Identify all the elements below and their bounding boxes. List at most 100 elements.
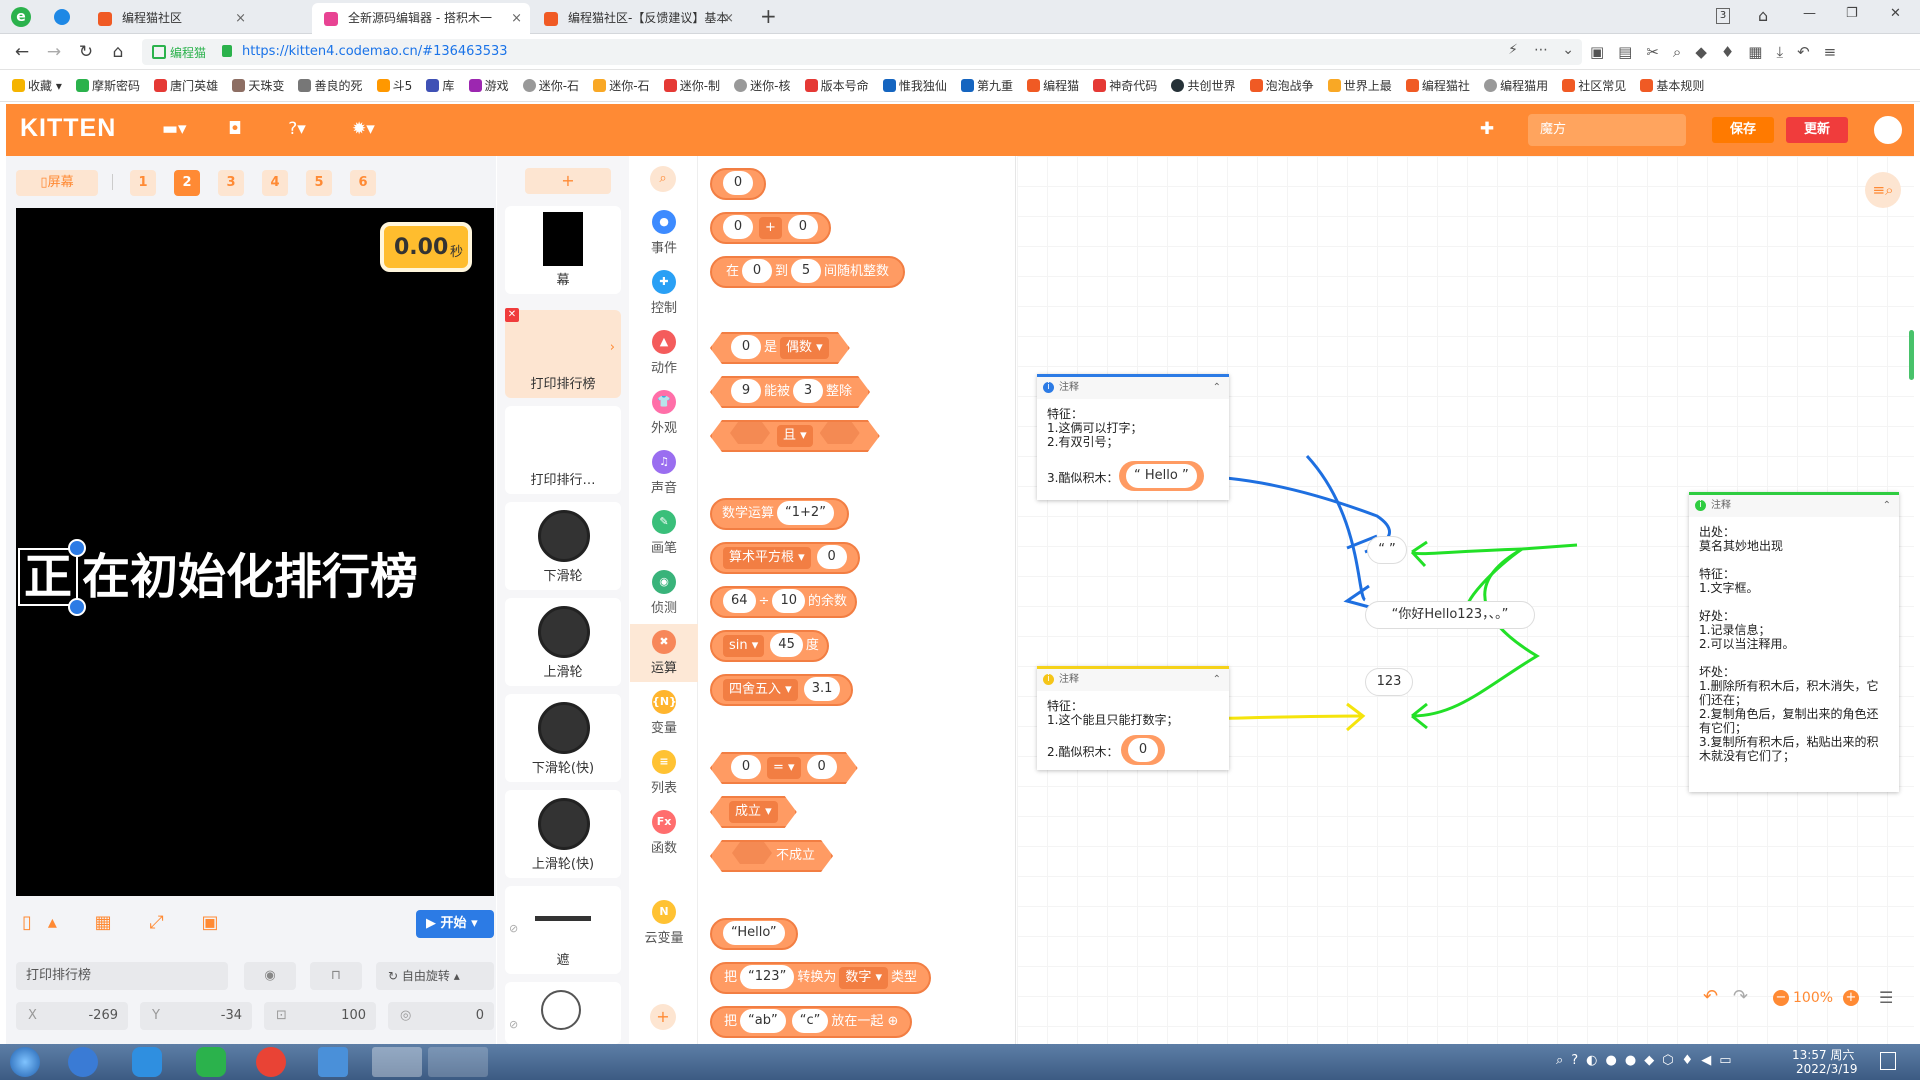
tab-feedback[interactable]: 编程猫社区-【反馈建议】基本 × <box>532 3 742 34</box>
bookmark-item[interactable]: 泡泡战争 <box>1246 70 1320 101</box>
round-block[interactable]: 四舍五入 ▾ 3.1 <box>710 674 854 706</box>
bookmark-item[interactable]: 编程猫用 <box>1480 70 1554 101</box>
bookmark-item[interactable]: 唐门英雄 <box>150 70 224 101</box>
random-int-block[interactable]: 在 0 到 5 间随机整数 <box>710 256 906 288</box>
category-11[interactable]: N 云变量 <box>630 894 698 952</box>
start-button[interactable]: ▶ 开始 ▾ <box>416 910 494 938</box>
string-block[interactable]: “Hello” <box>710 918 798 950</box>
divisible-block[interactable]: 9 能被 3 整除 <box>710 376 870 408</box>
help-icon[interactable]: ?▾ <box>286 119 308 141</box>
bookmark-item[interactable]: 世界上最 <box>1324 70 1398 101</box>
bookmark-item[interactable]: 惟我独仙 <box>879 70 953 101</box>
arithmetic-block[interactable]: 0 +0 <box>710 212 831 244</box>
arrange-icon[interactable]: ☰ <box>1879 988 1893 1007</box>
chevron-down-icon[interactable]: ⌄ <box>1562 42 1574 58</box>
sprite-card[interactable]: 遮 <box>505 886 621 974</box>
category-10[interactable]: Fx 函数 <box>630 804 698 862</box>
add-sprite-button[interactable]: + <box>525 168 611 194</box>
ie-icon[interactable] <box>68 1047 98 1077</box>
sin-block[interactable]: sin ▾ 45 度 <box>710 630 829 662</box>
category-2[interactable]: ▲ 动作 <box>630 324 698 382</box>
add-user-icon[interactable]: ✚ <box>1476 119 1498 141</box>
bag-icon[interactable]: ◘ <box>224 119 246 141</box>
reload-icon[interactable]: ↻ <box>74 40 98 64</box>
page-6-button[interactable]: 6 <box>350 170 376 196</box>
bookmark-item[interactable]: 摩斯密码 <box>72 70 146 101</box>
add-extension-icon[interactable]: + <box>650 1004 676 1030</box>
zoom-in-icon[interactable]: + <box>1843 990 1859 1006</box>
size-field[interactable]: ⊡ 100 <box>264 1002 376 1030</box>
bookmark-item[interactable]: 共创世界 <box>1167 70 1241 101</box>
and-block[interactable]: 且 ▾ <box>710 420 880 452</box>
bookmark-item[interactable]: 第九重 <box>957 70 1019 101</box>
sqrt-block[interactable]: 算术平方根 ▾ 0 <box>710 542 860 574</box>
app-icon[interactable] <box>132 1047 162 1077</box>
vertical-scrollbar[interactable] <box>1909 330 1914 380</box>
bookmark-item[interactable]: 编程猫社 <box>1402 70 1476 101</box>
tray-icons[interactable]: ⌕?◐●●◆⬡♦◀▭ <box>1556 1053 1740 1068</box>
equals-block[interactable]: 0 = ▾ 0 <box>710 752 858 784</box>
url-field[interactable]: 编程猫 https://kitten4.codemao.cn/#13646353… <box>142 39 1582 65</box>
more-icon[interactable]: ⋯ <box>1534 42 1548 58</box>
visibility-icon[interactable]: ◉ <box>244 962 296 990</box>
home-icon[interactable]: ⌂ <box>106 40 130 64</box>
tab-count-badge[interactable]: 3 <box>1716 8 1730 24</box>
shirt-icon[interactable]: ⌂ <box>1758 6 1768 25</box>
restore-button[interactable]: ❐ <box>1846 6 1858 21</box>
category-9[interactable]: ≡ 列表 <box>630 744 698 802</box>
bookmark-item[interactable]: 游戏 <box>465 70 515 101</box>
start-orb-icon[interactable] <box>10 1047 40 1077</box>
lock-icon[interactable]: ⊓ <box>310 962 362 990</box>
delete-sprite-icon[interactable]: ✕ <box>505 308 519 322</box>
tab-codemao-community[interactable]: 编程猫社区 × <box>86 3 254 34</box>
category-0[interactable]: ● 事件 <box>630 204 698 262</box>
sprite-card[interactable]: 幕 <box>505 206 621 294</box>
back-icon[interactable]: ← <box>10 40 34 64</box>
category-4[interactable]: ♫ 声音 <box>630 444 698 502</box>
sprite-card[interactable]: 上滑轮 <box>505 598 621 686</box>
join-block[interactable]: 把 “ab” “c” 放在一起 ⊕ <box>710 1006 913 1038</box>
close-tab-icon[interactable]: × <box>511 3 522 34</box>
browser-task-icon[interactable] <box>372 1047 422 1077</box>
category-7[interactable]: ✖ 运算 <box>630 624 698 682</box>
sprite-card[interactable]: 上滑轮(快) <box>505 790 621 878</box>
extension-icons[interactable]: ▣▤✂⌕◆♦▦⤓↶≡ <box>1590 43 1910 61</box>
notification-icon[interactable] <box>1880 1052 1896 1070</box>
hidden-eye-icon[interactable]: ⊘ <box>509 1018 518 1031</box>
bookmark-item[interactable]: 迷你-石 <box>519 70 585 101</box>
sprite-card[interactable]: 下滑轮(快) <box>505 694 621 782</box>
stage-tool-icons[interactable]: ▯▴ ▦ ⤢ ▣ <box>22 912 235 933</box>
category-6[interactable]: ◉ 侦测 <box>630 564 698 622</box>
shield-icon[interactable] <box>54 9 70 25</box>
close-tab-icon[interactable]: × <box>723 3 734 34</box>
bookmark-item[interactable]: 神奇代码 <box>1089 70 1163 101</box>
mod-block[interactable]: 64 ÷ 10 的余数 <box>710 586 858 618</box>
category-3[interactable]: 👕 外观 <box>630 384 698 442</box>
paint-task-icon[interactable] <box>428 1047 488 1077</box>
bookmark-item[interactable]: 库 <box>422 70 460 101</box>
workspace[interactable]: i 注释 ⌃ 特征： 1.这俩可以打字； 2.有双引号； 3.酷似积木： “ Hel… <box>1017 156 1914 1044</box>
zoom-out-icon[interactable]: − <box>1773 990 1789 1006</box>
text-textbox[interactable]: “你好Hello123，、。” <box>1365 601 1535 629</box>
wechat-icon[interactable] <box>196 1047 226 1077</box>
user-app-icon[interactable] <box>318 1047 348 1077</box>
annotation-note-yellow[interactable]: i 注释 ⌃ 特征： 1.这个能且只能打数字； 2.酷似积木： 0 <box>1037 666 1229 770</box>
convert-block[interactable]: 把 “123” 转换为 数字 ▾ 类型 <box>710 962 932 994</box>
chrome-icon[interactable] <box>256 1047 286 1077</box>
undo-icon[interactable]: ↶ <box>1703 986 1718 1007</box>
page-5-button[interactable]: 5 <box>306 170 332 196</box>
screen-button[interactable]: ▯屏幕 <box>16 170 98 196</box>
hidden-eye-icon[interactable]: ⊘ <box>509 922 518 935</box>
update-button[interactable]: 更新 <box>1786 117 1848 143</box>
search-code-icon[interactable]: ≡⌕ <box>1865 172 1901 208</box>
sprite-name-field[interactable]: 打印排行榜 <box>16 962 228 990</box>
browser-logo-icon[interactable]: e <box>11 7 31 27</box>
close-tab-icon[interactable]: × <box>235 3 246 34</box>
number-textbox[interactable]: 123 <box>1365 668 1413 696</box>
sprite-card[interactable] <box>505 982 621 1044</box>
bookmark-item[interactable]: 收藏 ▾ <box>8 70 68 101</box>
sprite-card-selected[interactable]: 打印排行榜 › <box>505 310 621 398</box>
x-field[interactable]: X -269 <box>16 1002 128 1030</box>
new-tab-button[interactable]: + <box>760 4 777 28</box>
bookmark-item[interactable]: 善良的死 <box>294 70 368 101</box>
